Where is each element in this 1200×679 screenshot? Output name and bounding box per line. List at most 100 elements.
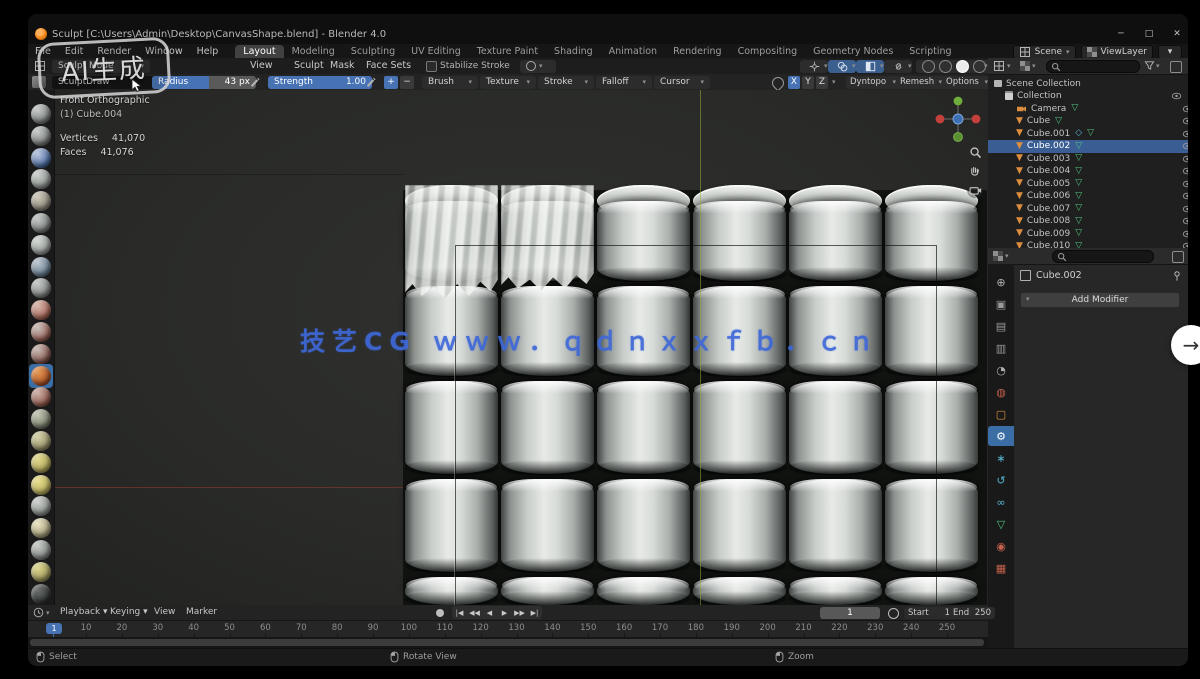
tab-rendering[interactable]: Rendering: [665, 45, 730, 59]
outliner-row-scene-collection[interactable]: Scene Collection: [988, 77, 1188, 90]
outliner-row-cube[interactable]: ▼Cube▽: [988, 115, 1188, 128]
camera-view-icon[interactable]: [967, 182, 983, 198]
options-box-icon[interactable]: [1170, 61, 1182, 73]
properties-search-input[interactable]: [1052, 250, 1154, 263]
jump-to-start-button[interactable]: |◀: [452, 606, 467, 619]
scene-selector[interactable]: Scene▾: [1013, 45, 1076, 59]
timeline-editor-icon[interactable]: [33, 607, 44, 618]
outliner-row-cube.007[interactable]: ▼Cube.007▽: [988, 202, 1188, 215]
brush-clay[interactable]: [31, 148, 51, 168]
jump-to-end-button[interactable]: ▶|: [527, 606, 542, 619]
properties-tab-view-layer[interactable]: ▥: [988, 338, 1014, 358]
move-hand-icon[interactable]: [967, 163, 983, 179]
tab-animation[interactable]: Animation: [601, 45, 665, 59]
brush-crease[interactable]: [31, 278, 51, 298]
hide-in-viewport-toggle[interactable]: [1182, 217, 1188, 225]
properties-options-icon[interactable]: [1172, 251, 1184, 263]
strength-slider[interactable]: Strength1.00: [268, 76, 372, 89]
brush-inflate[interactable]: [31, 235, 51, 255]
timeline-menu-view[interactable]: View: [154, 605, 175, 620]
timeline-menu-keying[interactable]: Keying ▾: [110, 605, 148, 620]
tab-geometry-nodes[interactable]: Geometry Nodes: [805, 45, 901, 59]
brush-scrape[interactable]: [31, 366, 51, 386]
symmetry-y-button[interactable]: Y: [802, 76, 814, 89]
new-view-layer-button[interactable]: ▾: [1158, 45, 1182, 59]
properties-tab-physics[interactable]: ↺: [988, 470, 1014, 490]
tab-sculpting[interactable]: Sculpting: [343, 45, 403, 59]
properties-tab-render[interactable]: ▣: [988, 294, 1014, 314]
outliner-row-cube.003[interactable]: ▼Cube.003▽: [988, 152, 1188, 165]
outliner-row-cube.004[interactable]: ▼Cube.004▽: [988, 165, 1188, 178]
properties-tab-particles[interactable]: ∗: [988, 448, 1014, 468]
properties-editor-icon[interactable]: [993, 251, 1003, 261]
direction-add-button[interactable]: +: [384, 76, 398, 89]
viewport-menu-face-sets[interactable]: Face Sets: [366, 58, 411, 74]
popover-cursor[interactable]: Cursor▾: [654, 76, 710, 89]
symmetry-z-button[interactable]: Z: [816, 76, 828, 89]
shading-solid-button[interactable]: [939, 60, 952, 73]
brush-clay-thumb[interactable]: [31, 191, 51, 211]
brush-smooth[interactable]: [31, 300, 51, 320]
properties-tab-object[interactable]: ▢: [988, 404, 1014, 424]
brush-draw[interactable]: [31, 104, 51, 124]
direction-subtract-button[interactable]: −: [400, 76, 414, 89]
view-layer-selector[interactable]: ViewLayer: [1081, 45, 1153, 59]
hide-in-viewport-toggle[interactable]: [1182, 230, 1188, 238]
timeline-scrollbar[interactable]: [30, 639, 984, 646]
tab-texture-paint[interactable]: Texture Paint: [469, 45, 546, 59]
play-button[interactable]: ▶: [497, 606, 512, 619]
trim-box[interactable]: [455, 245, 937, 605]
brush-pose[interactable]: [31, 518, 51, 538]
hide-in-viewport-toggle[interactable]: [1182, 130, 1188, 138]
auto-keying-toggle[interactable]: [888, 608, 899, 619]
popover-options[interactable]: Options▾: [942, 76, 992, 89]
strength-pressure-icon[interactable]: [365, 76, 376, 88]
brush-slide-relax[interactable]: [31, 584, 51, 604]
hide-in-viewport-toggle[interactable]: [1182, 192, 1188, 200]
outliner-row-cube.009[interactable]: ▼Cube.009▽: [988, 227, 1188, 240]
properties-tab-constraints[interactable]: ∞: [988, 492, 1014, 512]
brush-thumb[interactable]: [31, 496, 51, 516]
hide-in-viewport-toggle[interactable]: [1171, 92, 1182, 100]
properties-tab-texture[interactable]: ▦: [988, 558, 1014, 578]
tab-layout[interactable]: Layout: [235, 45, 283, 59]
outliner-row-cube.005[interactable]: ▼Cube.005▽: [988, 177, 1188, 190]
radius-pressure-icon[interactable]: [249, 76, 260, 88]
hide-in-viewport-toggle[interactable]: [1182, 155, 1188, 163]
add-modifier-button[interactable]: Add Modifier: [1020, 292, 1180, 308]
3d-viewport[interactable]: Front Orthographic (1) Cube.004 Vertices…: [28, 90, 988, 605]
brush-grab[interactable]: [31, 431, 51, 451]
timeline-menu-marker[interactable]: Marker: [186, 605, 217, 620]
properties-tab-tool[interactable]: ⊕: [988, 272, 1014, 292]
tab-modeling[interactable]: Modeling: [284, 45, 343, 59]
frame-start-field[interactable]: Start1: [904, 607, 954, 619]
filter-funnel-icon[interactable]: [1144, 60, 1155, 71]
hide-in-viewport-toggle[interactable]: [1182, 167, 1188, 175]
brush-clay-strips[interactable]: [31, 169, 51, 189]
properties-tab-data[interactable]: ▽: [988, 514, 1014, 534]
play-reverse-button[interactable]: ◀: [482, 606, 497, 619]
hide-in-viewport-toggle[interactable]: [1182, 142, 1188, 150]
brush-fill[interactable]: [31, 344, 51, 364]
popover-dyntopo[interactable]: Dyntopo▾: [846, 76, 900, 89]
stabilize-stroke-checkbox[interactable]: [426, 61, 437, 72]
viewport-menu-mask[interactable]: Mask: [330, 58, 354, 74]
hide-in-viewport-toggle[interactable]: [1182, 105, 1188, 113]
frame-end-field[interactable]: End250: [949, 607, 995, 619]
tab-compositing[interactable]: Compositing: [730, 45, 806, 59]
properties-tab-material[interactable]: ◉: [988, 536, 1014, 556]
menubar-item-help[interactable]: Help: [190, 44, 226, 59]
outliner-search-input[interactable]: [1046, 60, 1140, 73]
tab-scripting[interactable]: Scripting: [901, 45, 959, 59]
brush-nudge[interactable]: [31, 540, 51, 560]
timeline-menu-playback[interactable]: Playback ▾: [60, 605, 108, 620]
brush-pinch[interactable]: [31, 409, 51, 429]
outliner-editor-icon[interactable]: [993, 60, 1005, 72]
close-button[interactable]: ✕: [1166, 26, 1188, 42]
popover-brush[interactable]: Brush▾: [422, 76, 478, 89]
outliner-row-cube.008[interactable]: ▼Cube.008▽: [988, 215, 1188, 228]
navigation-gizmo[interactable]: [935, 96, 981, 142]
pin-icon[interactable]: [1172, 270, 1182, 282]
previous-keyframe-button[interactable]: ◀◀: [467, 606, 482, 619]
brush-snake-hook[interactable]: [31, 475, 51, 495]
